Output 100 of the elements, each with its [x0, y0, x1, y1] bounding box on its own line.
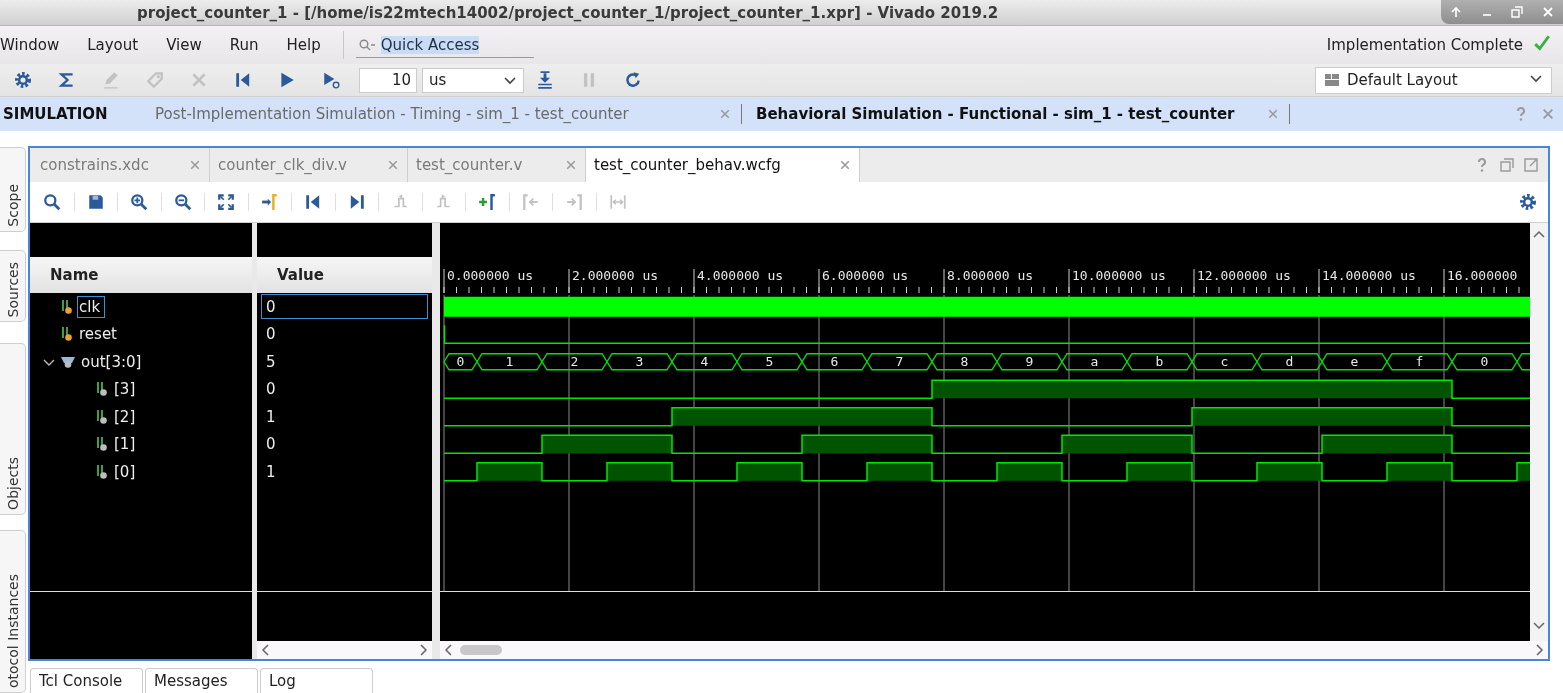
signal-icon [95, 436, 109, 453]
signal-icon [95, 381, 109, 398]
scrollbar-thumb[interactable] [460, 645, 502, 655]
bus-value: 9 [1025, 354, 1034, 370]
bus-value: 6 [830, 354, 839, 370]
editor-tab[interactable]: counter_clk_div.v [210, 148, 408, 182]
bus-value: f [1415, 354, 1424, 370]
signal-value: 0 [265, 434, 277, 456]
simulation-tab[interactable]: Post-Implementation Simulation - Timing - sim_1 - test_counter [142, 104, 742, 124]
arrow-bracket-icon[interactable] [260, 193, 279, 211]
bus-value: 5 [765, 354, 774, 370]
sigma-icon[interactable] [58, 71, 76, 89]
bus-value: e [1350, 354, 1359, 370]
run-time-field[interactable]: 10 [359, 67, 417, 93]
signal-icon [60, 298, 74, 315]
tick-label: 8.000000 us [947, 268, 1034, 283]
tick-label: 6.000000 us [822, 268, 909, 283]
signal-value: 0 [261, 294, 428, 320]
bus-value: 4 [700, 354, 709, 370]
save-icon[interactable] [86, 193, 105, 211]
fit-icon[interactable] [217, 193, 236, 211]
zoom-in-icon[interactable] [130, 193, 149, 211]
scroll-right-icon[interactable] [418, 644, 428, 656]
layout-icon [1324, 73, 1340, 87]
menu-item[interactable]: Help [286, 36, 321, 54]
menu-item[interactable]: Layout [87, 36, 139, 54]
bus-value: 7 [895, 354, 904, 370]
signal-name[interactable]: [0] [112, 460, 141, 483]
unit-dropdown[interactable]: us [422, 67, 524, 93]
panel-label: SIMULATION [2, 105, 109, 123]
menu-item[interactable]: Window [0, 36, 60, 54]
editor-tab[interactable]: test_counter_behav.wcfg [586, 148, 860, 182]
menu-item[interactable]: Run [229, 36, 259, 54]
scroll-up-icon[interactable] [1533, 229, 1545, 239]
close-icon[interactable] [1541, 107, 1555, 121]
tick-label: 16.000000 [1447, 268, 1518, 283]
console-tab[interactable]: Messages [145, 668, 258, 693]
zoom-out-icon[interactable] [173, 193, 192, 211]
add-marker-icon[interactable] [478, 193, 497, 211]
scroll-left-icon[interactable] [444, 644, 454, 656]
search-field[interactable]: Quick Access [355, 32, 534, 58]
tick-label: 0.000000 us [447, 268, 534, 283]
signal-value: 1 [265, 461, 277, 483]
signal-name[interactable]: out[3:0] [79, 350, 147, 373]
settings-icon[interactable] [1519, 193, 1537, 211]
maximize-icon[interactable] [1524, 158, 1538, 172]
scroll-left-icon[interactable] [261, 644, 271, 656]
status-text: Implementation Complete [1326, 36, 1523, 54]
tick-label: 10.000000 us [1072, 268, 1166, 283]
bus-value: 8 [960, 354, 969, 370]
play-timed-icon[interactable] [322, 71, 340, 89]
signal-name[interactable]: clk [77, 295, 106, 318]
layout-dropdown[interactable]: Default Layout [1315, 66, 1552, 94]
close-icon[interactable] [565, 159, 577, 171]
bus-value: 0 [1480, 354, 1489, 370]
side-tab[interactable]: Objects [0, 343, 26, 515]
tick-label: 12.000000 us [1197, 268, 1291, 283]
tick-label: 2.000000 us [572, 268, 659, 283]
side-tab[interactable]: Sources [0, 250, 26, 322]
window-title: project_counter_1 - [/home/is22mtech14002/project_counter_1/project_counter_1.xpr] - Vivado 2019.2 [137, 3, 999, 22]
step-down-icon[interactable] [536, 71, 554, 89]
arrow-up-icon[interactable] [1450, 6, 1463, 18]
signal-value: 0 [265, 324, 277, 346]
menu-item[interactable]: View [166, 36, 202, 54]
side-tab[interactable]: otocol Instances [0, 530, 26, 693]
search-icon[interactable] [42, 193, 61, 211]
signal-value: 5 [265, 351, 277, 373]
bus-value: b [1155, 354, 1164, 370]
tick-label: 4.000000 us [697, 268, 784, 283]
signal-name[interactable]: reset [77, 323, 122, 346]
settings-icon[interactable] [14, 71, 32, 89]
signal-name[interactable]: [3] [112, 378, 141, 401]
skip-back-icon[interactable] [234, 71, 252, 89]
signal-icon [95, 408, 109, 425]
signal-value: 1 [265, 406, 277, 428]
signal-icon [95, 463, 109, 480]
editor-tab[interactable]: constrains.xdc [32, 148, 210, 182]
scroll-down-icon[interactable] [1533, 621, 1545, 631]
console-tab[interactable]: Tcl Console [30, 668, 143, 693]
close-icon[interactable] [189, 159, 201, 171]
bus-value: 2 [570, 354, 579, 370]
play-icon[interactable] [278, 71, 296, 89]
bus-value: d [1285, 354, 1294, 370]
simulation-tab[interactable]: Behavioral Simulation - Functional - sim_1 - test_counter [742, 104, 1290, 124]
side-tab[interactable]: Scope [0, 147, 26, 232]
signal-name[interactable]: [2] [112, 405, 141, 428]
restore-icon[interactable] [1500, 158, 1514, 172]
refresh-icon[interactable] [624, 71, 642, 89]
bus-value: 3 [635, 354, 644, 370]
signal-name[interactable]: [1] [112, 433, 141, 456]
signal-icon [60, 326, 74, 343]
console-tab[interactable]: Log [260, 668, 373, 693]
signal-value: 0 [265, 379, 277, 401]
tick-label: 14.000000 us [1322, 268, 1416, 283]
bus-value: a [1090, 354, 1099, 370]
close-icon[interactable] [839, 159, 851, 171]
bus-value: 1 [505, 354, 514, 370]
close-icon[interactable] [387, 159, 399, 171]
search-icon [358, 38, 377, 51]
scroll-right-icon[interactable] [1534, 644, 1544, 656]
